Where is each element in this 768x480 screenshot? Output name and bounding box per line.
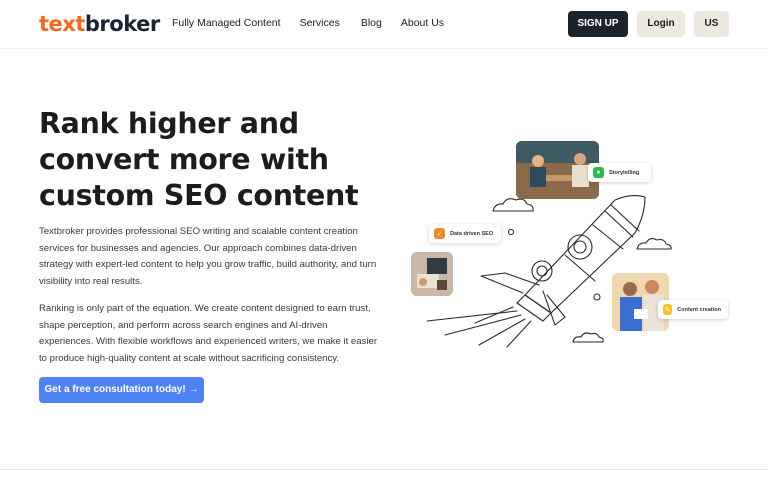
- nav-blog[interactable]: Blog: [361, 17, 382, 30]
- rocket-fin-right: [542, 290, 566, 326]
- pencil-icon: ✎: [663, 304, 673, 315]
- site-header: textbroker Fully Managed Content Service…: [0, 0, 768, 49]
- rocket-band-1: [610, 204, 640, 232]
- chip-storytelling: ● Storytelling: [588, 163, 651, 182]
- photo-team-meeting: [516, 141, 599, 199]
- rocket-band-2: [604, 210, 634, 238]
- sparkle-circle-2: [593, 293, 601, 301]
- rocket-window-1: [567, 234, 593, 260]
- nav-fully-managed-content[interactable]: Fully Managed Content: [172, 17, 281, 30]
- region-selector-button[interactable]: US: [694, 11, 729, 37]
- logo-text-part2: broker: [84, 12, 160, 36]
- cloud-top: [492, 198, 534, 212]
- textbroker-logo[interactable]: textbroker: [39, 9, 160, 39]
- nav-about-us[interactable]: About Us: [401, 17, 444, 30]
- exhaust-line-4: [478, 318, 526, 346]
- hero-paragraph-intro: Textbroker provides professional SEO wri…: [39, 226, 377, 287]
- hero-title: Rank higher and convert more with custom…: [39, 107, 359, 212]
- signup-button[interactable]: SIGN UP: [568, 11, 628, 37]
- cloud-bottom: [572, 332, 604, 343]
- hero-paragraph-secondary: Ranking is only part of the equation. We…: [39, 303, 378, 364]
- chat-icon: ●: [593, 167, 604, 178]
- rocket-window-2: [531, 260, 553, 282]
- chip-storytelling-label: Storytelling: [609, 169, 640, 176]
- nav-services[interactable]: Services: [300, 17, 340, 30]
- cloud-right: [636, 237, 672, 250]
- free-consultation-button[interactable]: Get a free consultation today! →: [39, 377, 204, 403]
- photo-laptop-work: [411, 252, 453, 296]
- chip-content-label: Content creation: [677, 306, 721, 313]
- chip-content-creation: ✎ Content creation: [658, 300, 728, 319]
- hero-illustration: ● Storytelling ✓ Data driven SEO ✎ Conte…: [405, 135, 745, 355]
- main-nav: Fully Managed Content Services Blog Abou…: [172, 17, 444, 30]
- chip-data-driven-seo: ✓ Data driven SEO: [429, 224, 501, 243]
- sparkle-circle-1: [507, 228, 515, 236]
- rocket-band-3: [592, 224, 624, 250]
- login-button[interactable]: Login: [637, 11, 685, 37]
- exhaust-line-5: [506, 320, 532, 348]
- section-divider: [0, 469, 768, 470]
- check-icon: ✓: [434, 228, 445, 239]
- logo-text-part1: text: [39, 12, 85, 36]
- chip-seo-label: Data driven SEO: [450, 230, 494, 237]
